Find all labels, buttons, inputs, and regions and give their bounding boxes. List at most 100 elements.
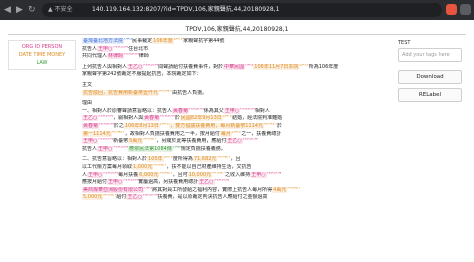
entity-date[interactable]: 106年11月7日本院	[253, 63, 300, 70]
plain-text: 住台北市	[128, 45, 149, 52]
entity-person[interactable]: 王乙○	[198, 179, 215, 186]
plain-text: ，故相對人負擔扶養費用之一半，按月給付	[124, 130, 220, 137]
document-line: 上列抗告人與相對人王乙○PERSON間聲請給付扶養費事件，對於中華民國ORG10…	[82, 63, 388, 72]
entity-money[interactable]: ，雙方協議扶養費用，每月新臺幣1114元	[169, 122, 264, 129]
entity-money[interactable]: 71,682元	[192, 156, 218, 163]
document-line: 王甲○PERSON新臺幣5萬元MONEY，另關於此等扶養費用，應給付王乙○PER…	[82, 138, 388, 146]
entity-date[interactable]: 105年	[147, 156, 164, 163]
entity-type-tag: MONEY	[159, 171, 173, 174]
arrow-left-icon[interactable]: ◀	[4, 5, 14, 15]
entity-type-tag: MONEY	[153, 163, 167, 167]
plain-text: 共同代理人	[82, 53, 108, 60]
plain-text: 由抗告人負擔。	[172, 89, 208, 96]
plain-text: 上列抗告人與相對人	[82, 63, 128, 70]
entity-person[interactable]: 王甲○	[107, 179, 124, 186]
plain-text: ，另關於此等扶養費用，應給付	[156, 138, 227, 145]
document-line: 美商燦華亞洲股份有限公司ORG將其對員工所發給之福利內容，實際上抗告人每月所得4…	[82, 186, 388, 195]
document-line: 主文	[82, 82, 388, 90]
address-bar[interactable]: ▲ 不安全 140.119.164.132:8207/?id=TPDV,106,…	[42, 3, 442, 17]
entity-type-tag: LAW	[172, 145, 181, 149]
plain-text: 每月扶養	[118, 171, 139, 178]
plain-text: 相對人	[254, 107, 270, 114]
plain-text: 抗告人	[82, 145, 98, 152]
document-line: 一、相對人於原審聲請意旨略以：抗告人黃春菊PERSON係為其父王甲○PERSON…	[82, 107, 388, 116]
entity-person[interactable]: 王乙○	[226, 138, 243, 145]
entity-money[interactable]: 6,000元	[138, 171, 160, 178]
entity-money[interactable]: 10,000元	[187, 171, 213, 178]
entity-org[interactable]: 中華民國	[223, 63, 246, 70]
entity-person[interactable]: 王甲○	[97, 145, 114, 152]
security-warning[interactable]: ▲ 不安全	[48, 5, 73, 15]
entity-money[interactable]: 5,000元	[82, 194, 104, 201]
entity-person[interactable]: 王乙○	[127, 63, 144, 70]
document-line: 共同代理人林律師PERSON律師	[82, 53, 388, 61]
entity-law[interactable]: 應依民法第1084條	[128, 145, 173, 152]
plain-text: 主文	[82, 81, 93, 88]
plain-text: 結婚，經法院判准離婚	[232, 115, 283, 122]
document-line: 抗告人王甲○PERSON應依民法第1084條LAW規定負擔扶養義務。	[82, 145, 388, 154]
entity-person[interactable]: 王甲○	[87, 171, 104, 178]
entity-type-tag: DATE	[163, 156, 173, 159]
entity-type-tag: PERSON	[124, 53, 139, 56]
entity-person[interactable]: 黃春菊	[172, 107, 190, 114]
plain-text: ，且	[230, 156, 241, 163]
url-text[interactable]: 140.119.164.132:8207/?id=TPDV,106,家親聲抗,4…	[92, 5, 279, 15]
entity-legend: ORG ID PERSON DATE TIME MONEY LAW	[8, 40, 76, 70]
entity-type-tag: PERSON	[266, 171, 282, 174]
download-button[interactable]: Download	[398, 70, 462, 84]
entity-person[interactable]: 黃春菊	[82, 122, 100, 129]
plain-text: 所為106年度	[308, 63, 339, 70]
entity-type-tag: MONEY	[217, 156, 231, 159]
document-line: 黃春菊PERSON於之106年8月13日DATE，雙方協議扶養費用，每月新臺幣1…	[82, 122, 388, 131]
entity-money[interactable]: 第一1114元	[82, 130, 112, 137]
plain-text: 係為其父	[203, 107, 224, 114]
entity-date[interactable]: 民國82年9月13日	[179, 115, 223, 122]
entity-type-tag: PERSON	[123, 179, 139, 182]
entity-person[interactable]: 林律師	[107, 53, 125, 60]
document-line: 應按月給付王甲○PERSON實屬過高，另扶養費用總計王乙○PERSON	[82, 179, 388, 187]
plain-text: ，嗣相對人與	[113, 115, 144, 122]
extension-icon[interactable]	[460, 4, 471, 15]
document-line: 家親聲字第242號裁定不服提起抗告，本院裁定如下：	[82, 71, 388, 79]
brave-shield-icon[interactable]	[446, 4, 457, 15]
plain-text: 家親聲抗字第44號	[183, 38, 225, 44]
plain-text: 之一，扶養費總計	[241, 130, 282, 137]
entity-date[interactable]: 106年8月13日	[123, 122, 160, 129]
relabel-button[interactable]: RELabel	[398, 88, 462, 102]
plain-text: 以工代賑方案每月領取	[82, 163, 133, 170]
entity-person[interactable]: 黃春菊	[143, 115, 161, 122]
entity-person[interactable]: 王甲○	[223, 107, 241, 114]
entity-type-tag: PERSON	[113, 45, 129, 48]
plain-text: 一、相對人於原審聲請意旨略以：抗告人	[82, 107, 173, 114]
entity-money[interactable]: 抗告駁回，抗告費用新臺幣壹仟元	[82, 89, 160, 96]
entity-person[interactable]: 王乙○	[126, 194, 143, 201]
entity-type-tag: PERSON	[103, 171, 119, 174]
entity-money[interactable]: 1,000元	[132, 163, 154, 170]
plain-text: 間聲請給付扶養費事件，對於	[158, 63, 224, 70]
entity-type-tag: PERSON	[160, 115, 175, 118]
entity-date[interactable]: 每月	[219, 130, 232, 137]
entity-money[interactable]: 4萬元	[272, 186, 288, 193]
entity-type-tag: MONEY	[287, 186, 301, 190]
entity-person[interactable]: 王甲○	[97, 45, 114, 52]
plain-text: ，扶不能以自己財產維持生活，又抗告	[166, 163, 252, 170]
entity-money[interactable]: 5萬元	[128, 138, 144, 145]
entity-person[interactable]: 王甲○	[250, 171, 267, 178]
entity-date[interactable]: 106年度	[152, 38, 174, 44]
plain-text: 實屬過高，另扶養費用總計	[138, 179, 199, 186]
document-line: 二、抗告意旨略以：相對人於105年DATE度所得為71,682元MONEY，且	[82, 156, 388, 164]
entity-org[interactable]: 美商燦華亞洲股份有限公司	[82, 186, 145, 193]
plain-text: 之收入維持	[225, 171, 251, 178]
entity-type-tag: DATE	[231, 130, 242, 133]
plain-text: 將其對員工所發給之福利內容，實際上抗告人每月所得	[152, 186, 273, 193]
legend-item-law: LAW	[36, 60, 48, 66]
document-line: 王乙○PERSON，嗣相對人與黃春菊PERSON於民國82年9月13日DATE結…	[82, 115, 388, 123]
reload-icon[interactable]: ↻	[28, 5, 38, 15]
entity-org[interactable]: 臺灣臺北地方法院	[82, 38, 125, 44]
arrow-right-icon[interactable]: ▶	[16, 5, 26, 15]
document-line: 理由	[82, 100, 388, 108]
entity-person[interactable]: 王甲○	[82, 138, 99, 145]
plain-text: ，且可	[172, 171, 188, 178]
entity-person[interactable]: 王乙○	[82, 115, 99, 122]
tag-input[interactable]: Add your tags here	[398, 48, 462, 62]
